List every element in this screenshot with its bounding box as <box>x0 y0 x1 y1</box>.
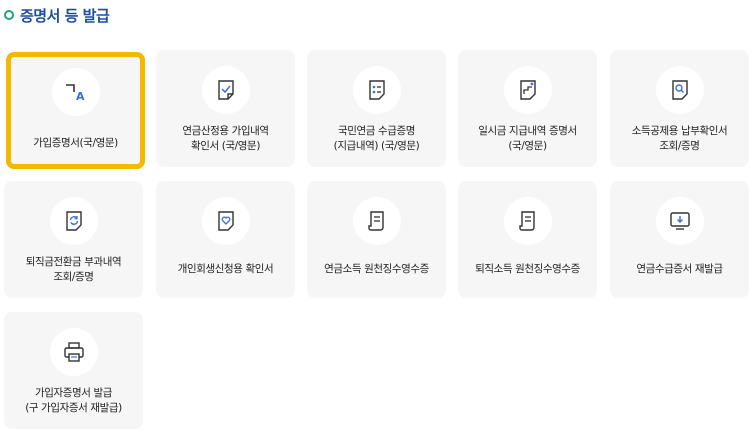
svg-text:A: A <box>76 90 85 103</box>
document-heart-icon <box>201 197 250 245</box>
document-refresh-icon <box>49 197 98 245</box>
card-label: 개인회생신청용 확인서 <box>177 263 274 275</box>
card-pension-receipt-certificate[interactable]: 국민연금 수급증명 (지급내역) (국/영문) <box>307 50 446 167</box>
card-lump-sum-certificate[interactable]: 일시금 지급내역 증명서 (국/영문) <box>458 50 597 167</box>
card-label: 일시금 지급내역 증명서 (국/영문) <box>478 125 577 152</box>
card-rehabilitation-confirmation[interactable]: 개인회생신청용 확인서 <box>156 181 295 298</box>
document-chart-icon <box>503 66 552 114</box>
monitor-download-icon <box>655 197 704 245</box>
card-label: 연금소득 원천징수영수증 <box>324 263 429 275</box>
card-label: 국민연금 수급증명 (지급내역) (국/영문) <box>333 125 420 152</box>
card-label: 퇴직금전환금 부과내역 조회/증명 <box>25 256 122 283</box>
translate-icon: A <box>51 68 100 116</box>
card-subscriber-certificate[interactable]: 가입자증명서 발급 (구 가입자증서 재발급) <box>4 312 143 429</box>
card-label: 가입증명서(국/영문) <box>33 137 118 149</box>
card-label: 소득공제용 납부확인서 조회/증명 <box>631 125 728 152</box>
card-label: 연금산정용 가입내역 확인서 (국/영문) <box>182 125 269 152</box>
section-title: 증명서 등 발급 <box>20 6 110 25</box>
printer-icon <box>49 328 98 376</box>
card-tax-deduction-payment[interactable]: 소득공제용 납부확인서 조회/증명 <box>610 50 749 167</box>
document-search-icon <box>655 66 704 114</box>
document-list-icon <box>352 66 401 114</box>
card-severance-conversion[interactable]: 퇴직금전환금 부과내역 조회/증명 <box>4 181 143 298</box>
receipt-icon <box>352 197 401 245</box>
card-label: 연금수급증서 재발급 <box>636 263 723 275</box>
card-pension-certificate-reissue[interactable]: 연금수급증서 재발급 <box>610 181 749 298</box>
card-membership-certificate[interactable]: A 가입증명서(국/영문) <box>6 52 145 169</box>
card-retirement-income-withholding[interactable]: 퇴직소득 원천징수영수증 <box>458 181 597 298</box>
card-label: 퇴직소득 원천징수영수증 <box>475 263 580 275</box>
card-label: 가입자증명서 발급 (구 가입자증서 재발급) <box>25 387 122 414</box>
card-pension-income-withholding[interactable]: 연금소득 원천징수영수증 <box>307 181 446 298</box>
receipt-icon <box>503 197 552 245</box>
bullet-icon <box>4 10 14 20</box>
document-check-icon <box>201 66 250 114</box>
card-pension-calc-confirmation[interactable]: 연금산정용 가입내역 확인서 (국/영문) <box>156 50 295 167</box>
section-header: 증명서 등 발급 <box>4 4 110 26</box>
